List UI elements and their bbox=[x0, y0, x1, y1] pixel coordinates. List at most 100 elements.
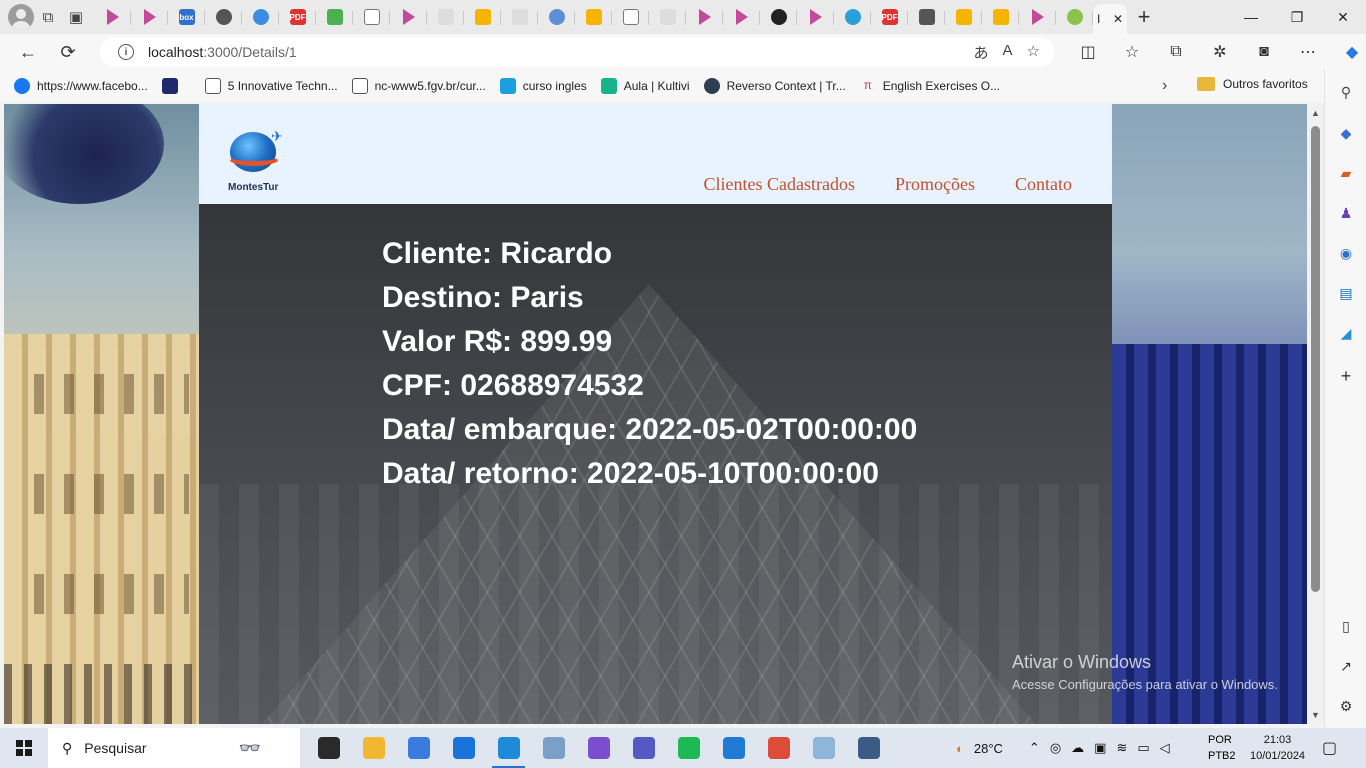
taskbar-app-task-view[interactable] bbox=[306, 728, 351, 768]
tab-item[interactable] bbox=[353, 3, 390, 31]
tab-item[interactable] bbox=[427, 3, 464, 31]
tab-item[interactable] bbox=[834, 3, 871, 31]
extensions-icon[interactable]: ✲ bbox=[1198, 36, 1242, 68]
bookmark-item[interactable]: curso ingles bbox=[499, 78, 587, 94]
bookmark-item[interactable]: nc-www5.fgv.br/cur... bbox=[351, 78, 486, 94]
read-aloud-icon[interactable]: A bbox=[1003, 42, 1013, 63]
tab-item[interactable] bbox=[242, 3, 279, 31]
copilot-icon[interactable]: ◆ bbox=[1330, 36, 1366, 68]
open-external-icon[interactable]: ↗ bbox=[1336, 656, 1356, 676]
tab-item[interactable] bbox=[908, 3, 945, 31]
nav-promocoes[interactable]: Promoções bbox=[895, 174, 975, 195]
scroll-down-arrow-icon[interactable]: ▼ bbox=[1311, 710, 1320, 720]
tab-item[interactable] bbox=[649, 3, 686, 31]
restore-button[interactable]: ❐ bbox=[1274, 0, 1320, 34]
scroll-thumb[interactable] bbox=[1311, 126, 1320, 592]
search-icon[interactable]: ⚲ bbox=[1336, 82, 1356, 102]
notifications-icon[interactable]: ▢ bbox=[1322, 738, 1337, 758]
translate-icon[interactable]: あ bbox=[974, 42, 989, 63]
tab-item[interactable] bbox=[797, 3, 834, 31]
split-screen-icon[interactable]: ◫ bbox=[1066, 36, 1110, 68]
tab-item[interactable]: box bbox=[168, 3, 205, 31]
url-text[interactable]: localhost:3000/Details/1 bbox=[148, 44, 297, 60]
tab-item[interactable] bbox=[1056, 3, 1093, 31]
taskbar-app-teams[interactable] bbox=[621, 728, 666, 768]
tab-item[interactable] bbox=[205, 3, 242, 31]
drop-icon[interactable]: ◢ bbox=[1336, 323, 1356, 343]
taskbar-app-file-explorer[interactable] bbox=[351, 728, 396, 768]
taskbar-clock[interactable]: 21:03 10/01/2024 bbox=[1250, 732, 1305, 764]
taskbar-app-mail[interactable] bbox=[441, 728, 486, 768]
tab-item[interactable]: PDF bbox=[279, 3, 316, 31]
close-window-button[interactable]: ✕ bbox=[1320, 0, 1366, 34]
wifi-icon[interactable]: ≋ bbox=[1116, 740, 1127, 756]
nav-clientes-cadastrados[interactable]: Clientes Cadastrados bbox=[704, 174, 855, 195]
weather-icon[interactable]: ◐ bbox=[956, 741, 964, 756]
address-bar[interactable]: i localhost:3000/Details/1 あ A ☆ bbox=[100, 37, 1054, 67]
tab-item[interactable] bbox=[464, 3, 501, 31]
close-tab-icon[interactable]: ✕ bbox=[1113, 12, 1123, 26]
battery-icon[interactable]: ▭ bbox=[1137, 740, 1149, 756]
performance-icon[interactable]: ◙ bbox=[1242, 36, 1286, 68]
network-icon[interactable]: ▣ bbox=[1094, 740, 1106, 756]
profile-avatar-icon[interactable] bbox=[8, 4, 34, 30]
tab-item[interactable] bbox=[686, 3, 723, 31]
workspaces-icon[interactable]: ⧉ bbox=[34, 3, 62, 31]
tab-item[interactable] bbox=[982, 3, 1019, 31]
taskbar-app-edge[interactable] bbox=[486, 728, 531, 768]
shopping-tag-icon[interactable]: ◆ bbox=[1336, 123, 1356, 143]
show-hidden-icons-icon[interactable]: ⌃ bbox=[1029, 740, 1040, 756]
site-info-icon[interactable]: i bbox=[118, 44, 134, 60]
tab-actions-icon[interactable]: ▣ bbox=[62, 3, 90, 31]
page-scrollbar[interactable]: ▲ ▼ bbox=[1307, 104, 1324, 724]
language-indicator[interactable]: POR PTB2 bbox=[1208, 732, 1236, 764]
games-icon[interactable]: ♟ bbox=[1336, 203, 1356, 223]
volume-icon[interactable]: ◁ bbox=[1160, 740, 1170, 756]
taskbar-app-chrome[interactable] bbox=[756, 728, 801, 768]
montestur-logo[interactable]: ✈ MontesTur bbox=[225, 126, 287, 196]
tab-item[interactable] bbox=[316, 3, 353, 31]
onedrive-cloud-icon[interactable]: ☁ bbox=[1071, 740, 1084, 756]
taskbar-app-ssms[interactable] bbox=[846, 728, 891, 768]
bookmark-item[interactable]: π English Exercises O... bbox=[860, 78, 1001, 94]
tab-item[interactable] bbox=[94, 3, 131, 31]
tab-item[interactable] bbox=[945, 3, 982, 31]
outlook-icon[interactable]: ▤ bbox=[1336, 283, 1356, 303]
tools-icon[interactable]: ▰ bbox=[1336, 163, 1356, 183]
more-bookmarks-chevron-icon[interactable]: › bbox=[1162, 77, 1167, 95]
bookmark-item[interactable]: Reverso Context | Tr... bbox=[703, 78, 846, 94]
bookmark-item[interactable]: Aula | Kultivi bbox=[600, 78, 690, 94]
tab-item[interactable] bbox=[612, 3, 649, 31]
taskbar-app-visual-studio[interactable] bbox=[576, 728, 621, 768]
settings-gear-icon[interactable]: ⚙ bbox=[1336, 696, 1356, 716]
taskbar-app-spotify[interactable] bbox=[666, 728, 711, 768]
taskbar-app-notes[interactable] bbox=[801, 728, 846, 768]
taskbar-app-paint[interactable] bbox=[531, 728, 576, 768]
tab-item[interactable] bbox=[538, 3, 575, 31]
add-sidebar-app-icon[interactable]: + bbox=[1336, 366, 1356, 386]
taskbar-app-microsoft-store[interactable] bbox=[396, 728, 441, 768]
favorites-icon[interactable]: ☆ bbox=[1110, 36, 1154, 68]
refresh-button[interactable]: ⟳ bbox=[48, 36, 88, 68]
temperature[interactable]: 28°C bbox=[974, 741, 1003, 756]
back-button[interactable]: ← bbox=[8, 36, 48, 68]
collections-icon[interactable]: ⧉ bbox=[1154, 36, 1198, 68]
tab-item[interactable] bbox=[575, 3, 612, 31]
more-menu-icon[interactable]: ⋯ bbox=[1286, 36, 1330, 68]
new-tab-button[interactable]: + bbox=[1127, 4, 1161, 30]
scroll-up-arrow-icon[interactable]: ▲ bbox=[1311, 108, 1320, 118]
start-button[interactable] bbox=[0, 728, 48, 768]
active-tab[interactable]: I ✕ bbox=[1093, 4, 1127, 34]
camera-icon[interactable]: ◎ bbox=[1050, 740, 1061, 756]
bookmark-item[interactable] bbox=[161, 78, 185, 94]
tab-item[interactable] bbox=[131, 3, 168, 31]
microsoft365-icon[interactable]: ◉ bbox=[1336, 243, 1356, 263]
taskbar-search[interactable]: ⚲ Pesquisar 👓 bbox=[48, 728, 300, 768]
taskbar-app-vs-code[interactable] bbox=[711, 728, 756, 768]
bookmark-item[interactable]: https://www.facebo... bbox=[14, 78, 148, 94]
tab-item[interactable] bbox=[501, 3, 538, 31]
favorite-star-icon[interactable]: ☆ bbox=[1027, 42, 1040, 63]
sidebar-layout-icon[interactable]: ▯ bbox=[1336, 616, 1356, 636]
tab-item[interactable] bbox=[1019, 3, 1056, 31]
tab-item[interactable] bbox=[723, 3, 760, 31]
